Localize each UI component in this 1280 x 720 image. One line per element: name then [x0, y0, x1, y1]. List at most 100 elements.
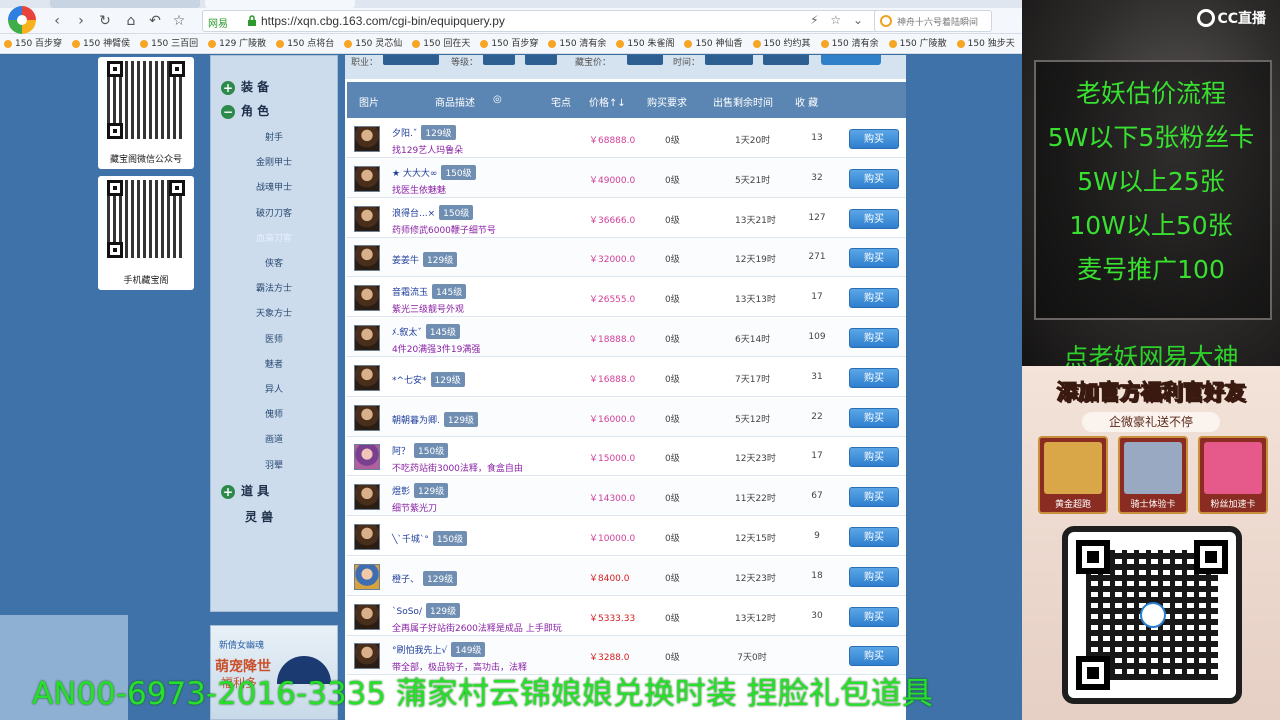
character-avatar[interactable]	[354, 165, 380, 192]
query-button[interactable]	[821, 55, 881, 65]
sidebar-item[interactable]: 天象方士	[211, 306, 337, 319]
character-name-text[interactable]: ╲ˋ千城ˋ°	[392, 535, 429, 545]
sidebar-item[interactable]: 画道	[211, 432, 337, 445]
col-remain[interactable]: 出售剩余时间	[713, 94, 773, 109]
filter-input[interactable]	[525, 55, 557, 65]
forward-icon[interactable]: ›	[72, 12, 90, 30]
table-row[interactable]: 阿？ 150级 不吃药站街3000法释，食盒自由 ￥15000.0 0级 12天23时 17…	[347, 437, 906, 477]
sidebar-item[interactable]: 侠客	[211, 256, 337, 269]
character-name[interactable]: 浪得台...× 150级	[392, 204, 474, 220]
character-name-text[interactable]: *^七安*	[392, 376, 427, 386]
character-name[interactable]: 音霜流玉 145级	[392, 284, 467, 300]
sidebar-category[interactable]: + 装 备	[221, 78, 269, 95]
table-row[interactable]: 煜彰 129级 细节紫光刀 ￥14300.0 0级 11天22时 67 购买	[347, 477, 906, 517]
bookmark-item[interactable]: 150 点将台	[272, 34, 334, 53]
sidebar-item[interactable]: 战魂甲士	[211, 180, 337, 193]
address-bar[interactable]: 网易 https://xqn.cbg.163.com/cgi-bin/equip…	[202, 10, 892, 32]
bookmark-item[interactable]: 150 朱雀阁	[612, 34, 674, 53]
character-name[interactable]: 朝朝暮为卿. 129级	[392, 411, 479, 427]
table-row[interactable]: ˋSoSo∕ 129级 全再属子好站街2600法释是成品 上手即玩 ￥5333.33 0…	[347, 597, 906, 636]
character-name[interactable]: *^七安* 129级	[392, 371, 465, 387]
buy-button[interactable]: 购买	[849, 527, 899, 547]
refresh-icon[interactable]: ↻	[96, 12, 114, 30]
filter-select[interactable]	[705, 55, 753, 65]
character-avatar[interactable]	[354, 126, 380, 152]
buy-button[interactable]: 购买	[849, 288, 899, 309]
browser-tab[interactable]	[50, 0, 200, 8]
buy-button[interactable]: 购买	[849, 646, 899, 667]
character-name-text[interactable]: 浪得台...×	[392, 209, 435, 219]
home-icon[interactable]: ⌂	[122, 12, 140, 30]
character-name[interactable]: 姜姜牛 129级	[392, 252, 458, 268]
undo-icon[interactable]: ↶	[146, 12, 164, 30]
bookmark-item[interactable]: 150 百步穿	[0, 34, 62, 53]
filter-select[interactable]	[763, 55, 809, 65]
browser-tab-active[interactable]	[205, 0, 355, 8]
bookmark-item[interactable]: 150 清有余	[817, 34, 879, 53]
character-name[interactable]: 煜彰 129级	[392, 483, 449, 499]
bookmark-star-icon[interactable]: ☆	[170, 12, 188, 30]
buy-button[interactable]: 购买	[849, 566, 899, 587]
table-row[interactable]: ★ 大大大∞ 150级 找医生依魅魅 ￥49000.0 0级 5天21时 32 购买	[347, 158, 906, 198]
character-avatar[interactable]	[354, 404, 380, 431]
character-name-text[interactable]: 阿？	[392, 447, 410, 457]
character-name-text[interactable]: ★ 大大大∞	[392, 169, 437, 179]
sidebar-category[interactable]: 灵 兽	[245, 508, 273, 525]
sidebar-item[interactable]: 羽翚	[211, 458, 337, 471]
character-name-text[interactable]: °刷怕我先上√	[392, 646, 447, 656]
filter-input[interactable]	[483, 55, 515, 65]
sidebar-category[interactable]: + 道 具	[221, 482, 269, 499]
sidebar-item[interactable]: 破刃刀客	[211, 206, 337, 219]
buy-button[interactable]: 购买	[849, 168, 899, 189]
buy-button[interactable]: 购买	[849, 367, 899, 388]
character-name[interactable]: 阿？ 150级	[392, 443, 449, 459]
table-row[interactable]: ╲ˋ千城ˋ° 150级 ￥10000.0 0级 12天15时 9 购买	[347, 517, 906, 556]
character-name-text[interactable]: 姜姜牛	[392, 256, 419, 266]
buy-button[interactable]: 购买	[849, 208, 899, 229]
filter-input[interactable]	[627, 55, 663, 65]
sidebar-item[interactable]: 射手	[211, 130, 337, 143]
sidebar-item[interactable]: 傀师	[211, 407, 337, 420]
buy-button[interactable]: 购买	[849, 447, 899, 468]
sidebar-item[interactable]: 异人	[211, 382, 337, 395]
character-name-text[interactable]: 夕阳.ˇ	[392, 129, 417, 139]
search-input[interactable]: 神舟十六号着陆瞬间	[874, 10, 992, 32]
character-avatar[interactable]	[354, 245, 380, 272]
sidebar-item[interactable]: 医师	[211, 332, 337, 345]
character-name[interactable]: 夕阳.ˇ 129级	[392, 125, 456, 140]
bookmark-item[interactable]: 150 灵芯仙	[340, 34, 402, 53]
character-avatar[interactable]	[354, 603, 380, 630]
buy-button[interactable]: 购买	[849, 328, 899, 348]
character-name[interactable]: 橙子、 129级	[392, 570, 458, 586]
sidebar-item[interactable]: 霸法方士	[211, 281, 337, 294]
sidebar-item[interactable]: 血枭刀客	[211, 231, 337, 244]
bookmark-item[interactable]: 150 独步天	[953, 34, 1015, 53]
table-row[interactable]: ﾒ.叙太ˇ 145级 4件20满强3件19满强 ￥18888.0 0级 6天14时 109 购…	[347, 318, 906, 357]
buy-button[interactable]: 购买	[849, 407, 899, 428]
character-avatar[interactable]	[354, 444, 380, 471]
character-avatar[interactable]	[354, 563, 380, 590]
bookmark-item[interactable]: 150 百步穿	[476, 34, 538, 53]
table-row[interactable]: 浪得台...× 150级 药师修武6000鞭子细节号 ￥36666.0 0级 13天21时…	[347, 199, 906, 238]
buy-button[interactable]: 购买	[849, 606, 899, 627]
sidebar-category[interactable]: − 角 色	[221, 102, 269, 119]
bookmark-item[interactable]: 150 三百回	[136, 34, 198, 53]
character-avatar[interactable]	[354, 205, 380, 232]
character-avatar[interactable]	[354, 364, 380, 391]
help-icon[interactable]: ◎	[493, 94, 502, 105]
bookmark-item[interactable]: 150 神臂侯	[68, 34, 130, 53]
buy-button[interactable]: 购买	[849, 487, 899, 508]
filter-select[interactable]	[383, 55, 439, 65]
character-avatar[interactable]	[354, 643, 380, 670]
table-row[interactable]: 姜姜牛 129级 ￥32000.0 0级 12天19时 271 购买	[347, 238, 906, 278]
buy-button[interactable]: 购买	[849, 129, 899, 149]
bookmark-item[interactable]: 150 神仙香	[680, 34, 743, 53]
sidebar-item[interactable]: 金刚甲士	[211, 155, 337, 168]
character-name[interactable]: ╲ˋ千城ˋ° 150级	[392, 531, 468, 546]
character-avatar[interactable]	[354, 325, 380, 351]
character-name-text[interactable]: 煜彰	[392, 487, 410, 497]
character-name-text[interactable]: ˋSoSo∕	[392, 607, 422, 617]
sidebar-item[interactable]: 魅者	[211, 357, 337, 370]
character-name[interactable]: ★ 大大大∞ 150级	[392, 164, 476, 180]
character-name[interactable]: ﾒ.叙太ˇ 145级	[392, 324, 461, 339]
